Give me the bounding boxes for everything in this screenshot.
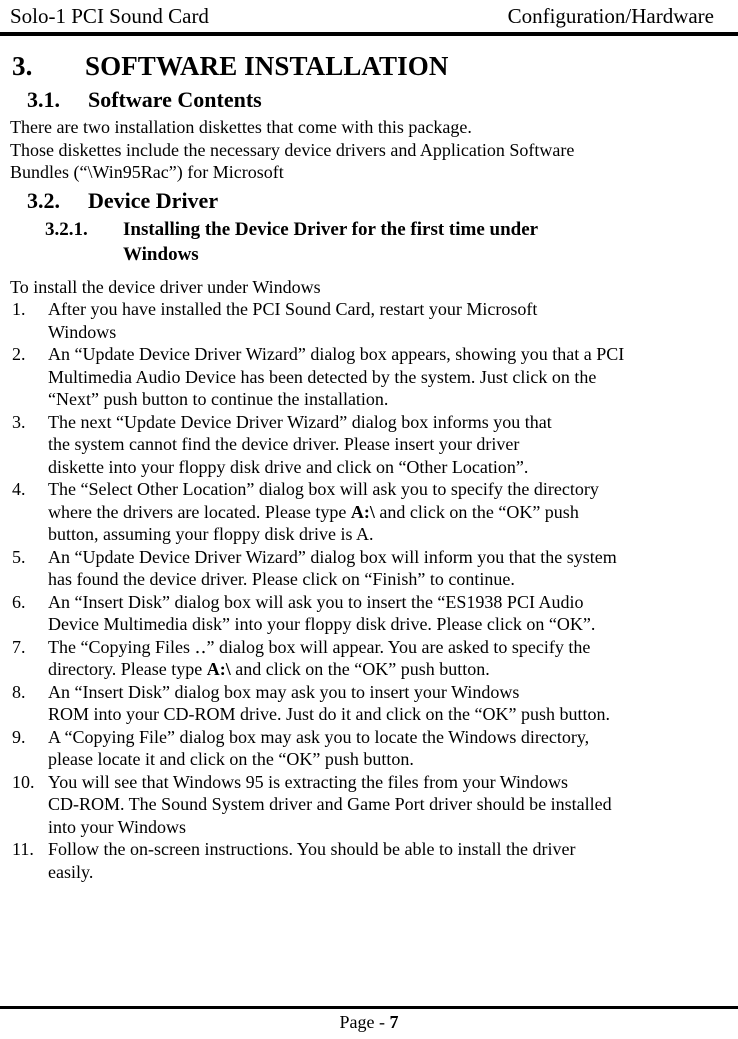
list-item-line: Multimedia Audio Device has been detecte… bbox=[48, 366, 597, 387]
list-item-line: An “Insert Disk” dialog box will ask you… bbox=[48, 591, 584, 612]
list-item-body: The “Select Other Location” dialog box w… bbox=[48, 478, 724, 546]
list-item-body: An “Update Device Driver Wizard” dialog … bbox=[48, 343, 724, 411]
heading-section-3-2-1-title-line-1: Installing the Device Driver for the fir… bbox=[123, 218, 539, 240]
list-item: 4. The “Select Other Location” dialog box… bbox=[0, 478, 738, 546]
list-item-line: An “Update Device Driver Wizard” dialog … bbox=[48, 546, 617, 567]
list-item-line: Windows bbox=[48, 321, 117, 342]
list-item-line: the system cannot find the device driver… bbox=[48, 434, 520, 454]
list-item-line: The “Select Other Location” dialog box w… bbox=[48, 479, 599, 499]
heading-section-3-1-title: Software Contents bbox=[88, 87, 262, 112]
heading-section-3-2-1: 3.2.1. Installing the Device Driver for … bbox=[0, 217, 738, 267]
list-item: 3. The next “Update Device Driver Wizard”… bbox=[0, 411, 738, 479]
heading-section-3-1: 3.1. Software Contents bbox=[0, 85, 738, 114]
list-item-marker: 8. bbox=[12, 681, 26, 702]
list-item-line: directory. Please type A:\ and click on … bbox=[48, 659, 490, 679]
installation-steps-list: 1. After you have installed the PCI Sound… bbox=[0, 298, 738, 883]
list-item-body: The next “Update Device Driver Wizard” d… bbox=[48, 411, 724, 479]
header-left-title: Solo-1 PCI Sound Card bbox=[10, 4, 209, 28]
page-label: Page - bbox=[339, 1012, 390, 1032]
intro-paragraph-line-1: There are two installation diskettes tha… bbox=[10, 117, 472, 137]
list-item: 9. A “Copying File” dialog box may ask yo… bbox=[0, 726, 738, 771]
list-item-body: An “Insert Disk” dialog box may ask you … bbox=[48, 681, 724, 726]
heading-section-3-title: SOFTWARE INSTALLATION bbox=[85, 51, 449, 81]
list-item-line: The “Copying Files ‥” dialog box will ap… bbox=[48, 636, 591, 657]
heading-section-3-2-1-number: 3.2.1. bbox=[45, 218, 88, 240]
list-item-line: easily. bbox=[48, 861, 94, 882]
list-item-line: button, assuming your floppy disk drive … bbox=[48, 524, 374, 544]
heading-section-3-1-number: 3.1. bbox=[27, 87, 60, 112]
list-item-marker: 1. bbox=[12, 299, 26, 319]
header-divider-rule bbox=[0, 32, 738, 36]
list-item: 11. Follow the on-screen instructions. Yo… bbox=[0, 838, 738, 883]
page-footer: Page - 7 bbox=[0, 1010, 738, 1034]
list-item-line: Device Multimedia disk” into your floppy… bbox=[48, 614, 596, 634]
page-number: 7 bbox=[389, 1012, 399, 1032]
list-item: 6. An “Insert Disk” dialog box will ask y… bbox=[0, 591, 738, 636]
heading-section-3-2-title: Device Driver bbox=[88, 187, 219, 213]
list-item-marker: 5. bbox=[12, 546, 26, 567]
list-item-body: A “Copying File” dialog box may ask you … bbox=[48, 726, 724, 771]
list-item-line: The next “Update Device Driver Wizard” d… bbox=[48, 411, 552, 432]
list-item: 1. After you have installed the PCI Sound… bbox=[0, 298, 738, 343]
list-item-line: where the drivers are located. Please ty… bbox=[48, 501, 579, 522]
list-item-line: Follow the on-screen instructions. You s… bbox=[48, 839, 576, 859]
list-item-body: After you have installed the PCI Sound C… bbox=[48, 298, 724, 343]
lead-in-paragraph: To install the device driver under Windo… bbox=[10, 276, 321, 297]
list-item-line: diskette into your floppy disk drive and… bbox=[48, 456, 529, 477]
list-item-line: After you have installed the PCI Sound C… bbox=[48, 299, 538, 319]
running-header: Solo-1 PCI Sound Card Configuration/Hard… bbox=[10, 0, 714, 32]
list-item-line: A “Copying File” dialog box may ask you … bbox=[48, 726, 590, 747]
list-item-marker: 7. bbox=[12, 636, 26, 657]
list-item-marker: 2. bbox=[12, 344, 26, 364]
list-item-line: An “Update Device Driver Wizard” dialog … bbox=[48, 344, 625, 364]
list-item-marker: 10. bbox=[12, 771, 35, 792]
header-right-title: Configuration/Hardware bbox=[507, 4, 714, 28]
intro-paragraph-line-2: Those diskettes include the necessary de… bbox=[10, 139, 575, 160]
list-item-line: into your Windows bbox=[48, 816, 186, 837]
heading-section-3: 3. SOFTWARE INSTALLATION bbox=[0, 50, 738, 83]
list-item: 10. You will see that Windows 95 is extra… bbox=[0, 771, 738, 839]
list-item-line: “Next” push button to continue the insta… bbox=[48, 389, 389, 409]
list-item-body: The “Copying Files ‥” dialog box will ap… bbox=[48, 636, 724, 681]
intro-paragraph-line-3: Bundles (“\Win95Rac”) for Microsoft bbox=[10, 162, 284, 182]
heading-section-3-2: 3.2. Device Driver bbox=[0, 186, 738, 215]
heading-section-3-number: 3. bbox=[12, 51, 33, 81]
list-item-marker: 3. bbox=[12, 411, 26, 432]
list-item-body: An “Update Device Driver Wizard” dialog … bbox=[48, 546, 724, 591]
inline-bold-path: A:\ bbox=[350, 501, 375, 522]
list-item-line: An “Insert Disk” dialog box may ask you … bbox=[48, 681, 520, 702]
footer-divider-rule bbox=[0, 1006, 738, 1009]
document-page: Solo-1 PCI Sound Card Configuration/Hard… bbox=[0, 0, 738, 1039]
list-item-line: please locate it and click on the “OK” p… bbox=[48, 749, 414, 769]
list-item: 8. An “Insert Disk” dialog box may ask yo… bbox=[0, 681, 738, 726]
list-item-body: An “Insert Disk” dialog box will ask you… bbox=[48, 591, 724, 636]
list-item-line: has found the device driver. Please clic… bbox=[48, 569, 515, 589]
list-item: 7. The “Copying Files ‥” dialog box will … bbox=[0, 636, 738, 681]
list-item-body: Follow the on-screen instructions. You s… bbox=[48, 838, 724, 883]
heading-section-3-2-number: 3.2. bbox=[27, 187, 60, 213]
heading-section-3-2-1-title: Installing the Device Driver for the fir… bbox=[123, 217, 698, 267]
list-item: 2. An “Update Device Driver Wizard” dialo… bbox=[0, 343, 738, 411]
list-item-body: You will see that Windows 95 is extracti… bbox=[48, 771, 724, 839]
heading-section-3-2-1-title-line-2: Windows bbox=[123, 243, 199, 265]
list-item-marker: 11. bbox=[12, 839, 34, 859]
list-item-line: CD-ROM. The Sound System driver and Game… bbox=[48, 794, 612, 814]
list-item-marker: 6. bbox=[12, 591, 26, 612]
list-item: 5. An “Update Device Driver Wizard” dialo… bbox=[0, 546, 738, 591]
inline-bold-path: A:\ bbox=[206, 659, 231, 679]
list-item-line: You will see that Windows 95 is extracti… bbox=[48, 771, 569, 792]
list-item-marker: 4. bbox=[12, 479, 26, 499]
list-item-line: ROM into your CD-ROM drive. Just do it a… bbox=[48, 704, 610, 724]
page-content: 3. SOFTWARE INSTALLATION 3.1. Software C… bbox=[0, 46, 738, 883]
list-item-marker: 9. bbox=[12, 726, 26, 747]
